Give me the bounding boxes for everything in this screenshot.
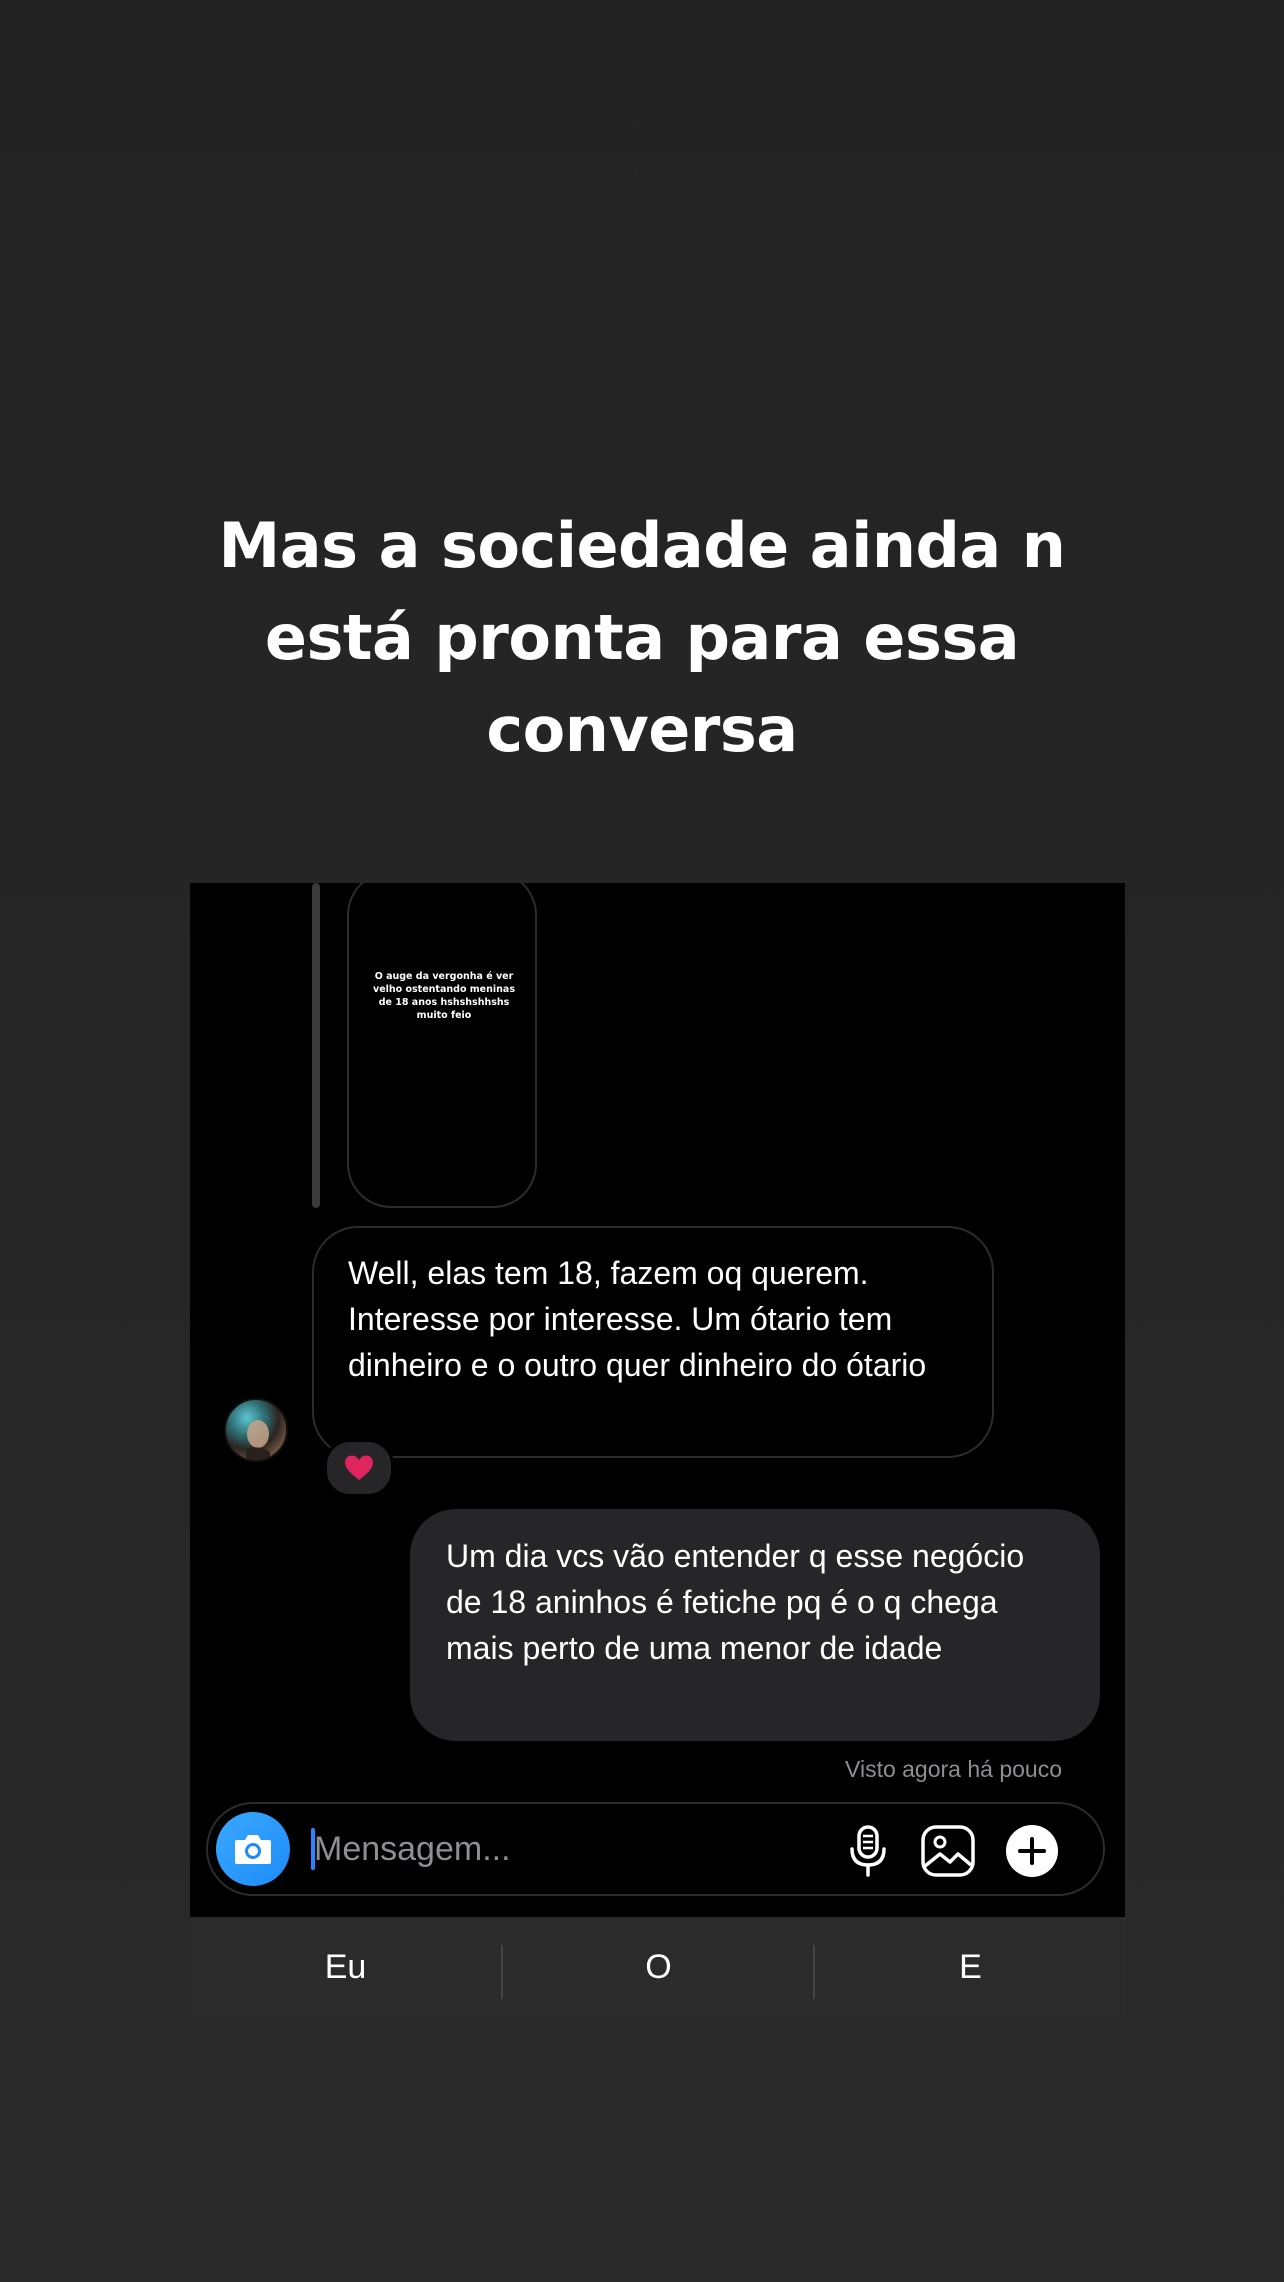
headline-line-1: Mas a sociedade ainda n — [218, 509, 1066, 582]
suggestion-item[interactable]: Eu — [190, 1917, 501, 2017]
incoming-message-bubble[interactable]: Well, elas tem 18, fazem oq querem. Inte… — [312, 1226, 994, 1458]
keyboard-suggestion-bar: Eu O E — [190, 1917, 1125, 2017]
avatar-photo-icon — [244, 1413, 270, 1460]
headline-line-2: está pronta para essa — [264, 601, 1020, 674]
suggestion-item[interactable]: E — [815, 1917, 1126, 2017]
replied-story-thumbnail[interactable]: O auge da vergonha é ver velho ostentand… — [347, 883, 537, 1208]
camera-button[interactable] — [216, 1812, 290, 1886]
plus-icon — [1006, 1825, 1058, 1877]
story-canvas: Mas a sociedade ainda n está pronta para… — [0, 0, 1284, 2282]
replied-story-text: O auge da vergonha é ver velho ostentand… — [373, 971, 515, 1021]
seen-status: Visto agora há pouco — [845, 1756, 1062, 1782]
microphone-icon — [850, 1825, 886, 1877]
avatar[interactable] — [224, 1398, 288, 1462]
heart-icon — [345, 1455, 373, 1480]
incoming-message-text: Well, elas tem 18, fazem oq querem. Inte… — [348, 1255, 927, 1383]
microphone-button[interactable] — [843, 1824, 893, 1878]
chat-screenshot: O auge da vergonha é ver velho ostentand… — [190, 883, 1125, 1917]
gallery-button[interactable] — [920, 1824, 976, 1878]
camera-icon — [235, 1835, 271, 1864]
outgoing-message-text: Um dia vcs vão entender q esse negócio d… — [446, 1538, 1025, 1666]
headline-line-3: conversa — [486, 693, 798, 766]
heart-reaction[interactable] — [324, 1439, 394, 1497]
suggestion-item[interactable]: O — [503, 1917, 814, 2017]
message-composer: Mensagem... — [206, 1802, 1105, 1896]
outgoing-message-bubble[interactable]: Um dia vcs vão entender q esse negócio d… — [410, 1509, 1100, 1741]
reply-indicator-bar — [312, 883, 320, 1208]
message-input[interactable]: Mensagem... — [314, 1826, 511, 1872]
gallery-icon — [921, 1825, 975, 1877]
add-button[interactable] — [1005, 1824, 1059, 1878]
story-headline: Mas a sociedade ainda n está pronta para… — [142, 500, 1142, 776]
